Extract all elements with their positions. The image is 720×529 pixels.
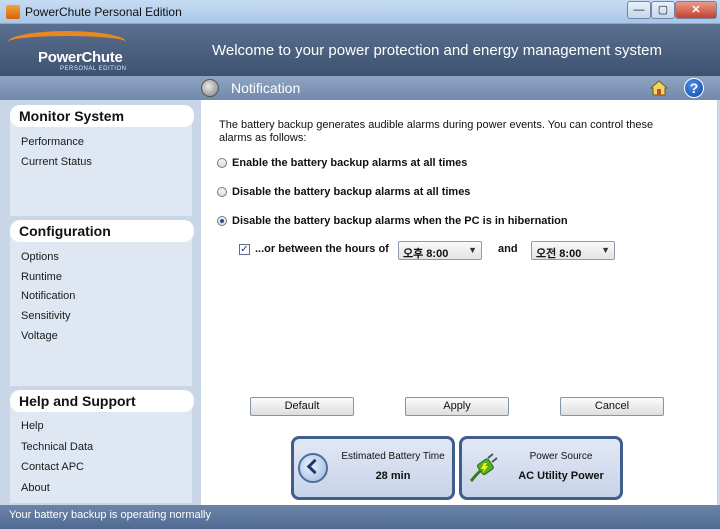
sidebar-item-about[interactable]: About xyxy=(21,482,50,494)
clock-icon xyxy=(298,453,328,483)
plug-icon xyxy=(469,453,498,482)
maximize-button[interactable]: ▢ xyxy=(651,1,675,19)
battery-time-card[interactable]: Estimated Battery Time 28 min xyxy=(291,436,455,500)
minimize-button[interactable]: — xyxy=(627,1,651,19)
chevron-down-icon: ▼ xyxy=(601,245,610,255)
welcome-text: Welcome to your power protection and ene… xyxy=(212,42,662,59)
logo-text: PowerChute xyxy=(38,49,123,66)
powerchute-logo: PowerChute PERSONAL EDITION xyxy=(8,27,128,73)
sidebar-item-sensitivity[interactable]: Sensitivity xyxy=(21,310,71,322)
page-title-bar: Notification ? xyxy=(0,76,720,100)
hours-checkbox[interactable]: ✓ xyxy=(239,244,250,255)
logo-subtitle: PERSONAL EDITION xyxy=(60,66,127,72)
sidebar-item-technical-data[interactable]: Technical Data xyxy=(21,441,93,453)
section-monitor-system: Monitor System xyxy=(10,105,194,127)
battery-time-value: 28 min xyxy=(375,470,411,482)
window-title: PowerChute Personal Edition xyxy=(25,5,182,19)
default-button[interactable]: Default xyxy=(250,397,354,416)
radio-enable-always[interactable] xyxy=(217,158,227,168)
sidebar-item-notification[interactable]: Notification xyxy=(21,290,75,302)
title-bar: PowerChute Personal Edition — ▢ ✕ xyxy=(0,0,720,24)
and-label: and xyxy=(498,243,518,255)
radio-disable-always[interactable] xyxy=(217,187,227,197)
sidebar-item-contact-apc[interactable]: Contact APC xyxy=(21,461,84,473)
battery-time-title: Estimated Battery Time xyxy=(341,451,445,462)
home-icon[interactable] xyxy=(650,79,668,97)
close-button[interactable]: ✕ xyxy=(675,1,717,19)
sidebar-item-current-status[interactable]: Current Status xyxy=(21,156,92,168)
cancel-button[interactable]: Cancel xyxy=(560,397,664,416)
intro-text: The battery backup generates audible ala… xyxy=(219,119,654,144)
sidebar-item-performance[interactable]: Performance xyxy=(21,136,84,148)
section-configuration: Configuration xyxy=(10,220,194,242)
to-time-select[interactable]: 오전 8:00 ▼ xyxy=(531,241,615,260)
app-header: PowerChute PERSONAL EDITION Welcome to y… xyxy=(0,24,720,76)
help-icon[interactable]: ? xyxy=(684,78,704,98)
apply-button[interactable]: Apply xyxy=(405,397,509,416)
sidebar-item-help[interactable]: Help xyxy=(21,420,44,432)
section-help-and-support: Help and Support xyxy=(10,390,194,412)
hours-checkbox-label[interactable]: ...or between the hours of xyxy=(255,243,389,255)
app-icon xyxy=(6,5,20,19)
sidebar-item-runtime[interactable]: Runtime xyxy=(21,271,62,283)
radio-label-disable-hibernation[interactable]: Disable the battery backup alarms when t… xyxy=(232,215,568,227)
radio-label-disable-always[interactable]: Disable the battery backup alarms at all… xyxy=(232,186,470,198)
radio-disable-hibernation[interactable] xyxy=(217,216,227,226)
power-source-value: AC Utility Power xyxy=(518,470,604,482)
radio-label-enable-always[interactable]: Enable the battery backup alarms at all … xyxy=(232,157,467,169)
to-time-value: 오전 8:00 xyxy=(536,248,582,260)
status-bar: Your battery backup is operating normall… xyxy=(0,505,720,529)
page-title: Notification xyxy=(231,80,301,96)
power-source-card[interactable]: Power Source AC Utility Power xyxy=(459,436,623,500)
status-text: Your battery backup is operating normall… xyxy=(9,509,211,521)
sidebar-item-voltage[interactable]: Voltage xyxy=(21,330,58,342)
from-time-select[interactable]: 오후 8:00 ▼ xyxy=(398,241,482,260)
speaker-icon xyxy=(201,79,219,97)
from-time-value: 오후 8:00 xyxy=(403,248,449,260)
chevron-down-icon: ▼ xyxy=(468,245,477,255)
sidebar: Monitor System Performance Current Statu… xyxy=(0,100,200,505)
sidebar-item-options[interactable]: Options xyxy=(21,251,59,263)
main-panel: The battery backup generates audible ala… xyxy=(201,100,717,505)
power-source-title: Power Source xyxy=(529,451,593,462)
